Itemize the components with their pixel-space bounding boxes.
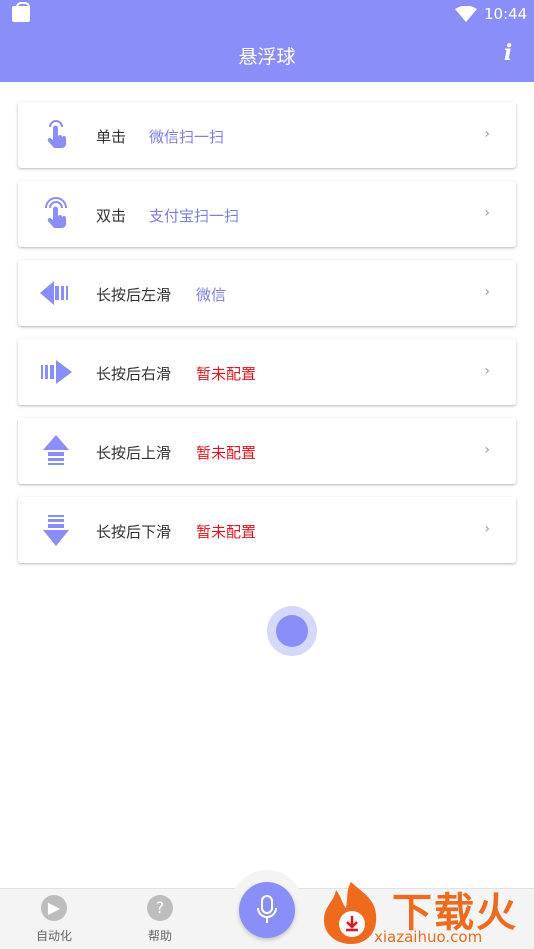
status-bar: 10:44 [0,0,534,28]
status-time: 10:44 [484,5,528,23]
chevron-right-icon: › [484,363,490,379]
action-card-double-tap[interactable]: 双击 支付宝扫一扫 › [18,181,516,247]
action-card-long-press-left[interactable]: 长按后左滑 微信 › [18,260,516,326]
action-trigger-label: 长按后上滑 [96,444,172,462]
app-header: 10:44 悬浮球 i [0,0,534,82]
tap-icon [47,120,66,148]
arrow-right-icon [41,360,72,384]
page-title: 悬浮球 [238,46,296,68]
action-card-long-press-up[interactable]: 长按后上滑 暂未配置 › [18,418,516,484]
action-trigger-label: 长按后下滑 [96,523,172,541]
action-trigger-label: 双击 [96,207,127,225]
voice-input-button[interactable] [239,882,295,938]
watermark-logo: 下载火 xiazaihuo.com [314,876,534,949]
chevron-right-icon: › [484,284,490,300]
chevron-right-icon: › [484,442,490,458]
action-card-long-press-right[interactable]: 长按后右滑 暂未配置 › [18,339,516,405]
chevron-right-icon: › [484,205,490,221]
action-card-long-press-down[interactable]: 长按后下滑 暂未配置 › [18,497,516,563]
wifi-icon [455,6,477,22]
action-value: 支付宝扫一扫 [149,207,240,225]
arrow-up-icon [43,435,69,465]
action-trigger-label: 单击 [96,128,127,146]
double-tap-icon [45,197,67,228]
nav-help[interactable]: ? 帮助 [130,895,190,944]
arrow-left-icon [40,281,68,305]
action-trigger-label: 长按后左滑 [96,286,172,304]
arrow-down-icon [43,515,69,546]
action-value: 暂未配置 [196,523,257,541]
gesture-action-list: 单击 微信扫一扫 › 双击 支付宝扫一扫 › 长按后左滑 微信 › 长按后右滑 … [18,102,516,576]
action-value: 暂未配置 [196,365,257,383]
nav-automation[interactable]: ▶ 自动化 [24,895,84,944]
action-value: 微信扫一扫 [149,128,225,146]
chevron-right-icon: › [484,126,490,142]
chevron-right-icon: › [484,521,490,537]
help-circle-icon: ? [147,895,173,921]
nav-help-label: 帮助 [147,929,172,943]
watermark-url: xiazaihuo.com [374,928,483,946]
shopping-bag-icon [12,2,30,22]
play-circle-icon: ▶ [41,895,67,921]
action-card-single-tap[interactable]: 单击 微信扫一扫 › [18,102,516,168]
floating-ball-core [276,615,308,647]
action-value: 微信 [196,286,227,304]
action-trigger-label: 长按后右滑 [96,365,172,383]
action-value: 暂未配置 [196,444,257,462]
nav-automation-label: 自动化 [35,929,72,943]
microphone-icon [257,895,277,923]
info-button[interactable]: i [498,40,518,68]
floating-ball[interactable] [267,606,317,656]
